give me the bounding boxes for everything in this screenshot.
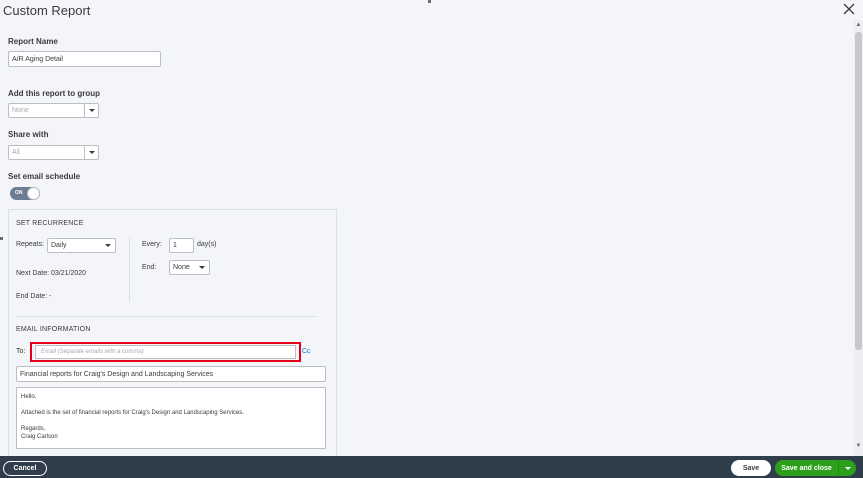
chevron-down-icon: [84, 146, 98, 159]
to-label: To:: [16, 348, 26, 355]
scroll-down-arrow-icon[interactable]: ▼: [855, 442, 862, 450]
message-textarea[interactable]: Hello, Attached is the set of financial …: [16, 387, 326, 449]
scrollbar-thumb[interactable]: [855, 32, 862, 350]
scroll-up-arrow-icon[interactable]: ▲: [855, 21, 862, 29]
message-signature: Craig Carlson: [21, 434, 58, 440]
toggle-on-text: ON: [15, 190, 23, 196]
message-line: Attached is the set of financial reports…: [21, 410, 244, 416]
every-value: 1: [173, 242, 177, 249]
report-name-label: Report Name: [8, 37, 58, 46]
window-title: Custom Report: [3, 3, 91, 18]
chevron-down-icon: [105, 239, 111, 252]
save-options-dropdown[interactable]: [838, 460, 856, 476]
repeats-select[interactable]: Daily: [47, 238, 116, 253]
end-label: End:: [142, 264, 157, 271]
email-schedule-label: Set email schedule: [8, 172, 81, 181]
repeats-value: Daily: [51, 242, 67, 249]
report-name-value: A/R Aging Detail: [12, 55, 63, 63]
highlight-box: [30, 342, 301, 362]
group-label: Add this report to group: [8, 89, 100, 98]
group-select[interactable]: None: [8, 103, 99, 118]
cc-link[interactable]: Cc: [302, 348, 311, 355]
chevron-down-icon: [844, 466, 851, 470]
close-icon[interactable]: [843, 3, 855, 15]
subject-value: Financial reports for Craig's Design and…: [20, 370, 214, 378]
end-select[interactable]: None: [169, 260, 210, 275]
email-schedule-toggle[interactable]: ON: [10, 187, 40, 200]
every-input[interactable]: 1: [169, 238, 194, 253]
recurrence-heading: SET RECURRENCE: [16, 220, 84, 227]
toggle-knob: [27, 187, 40, 200]
group-select-value: None: [12, 107, 29, 114]
chevron-down-icon: [199, 261, 205, 274]
section-divider: [16, 316, 316, 317]
share-with-value: All: [12, 149, 20, 156]
save-and-close-button[interactable]: Save and close: [775, 460, 838, 476]
save-button[interactable]: Save: [731, 460, 771, 476]
next-date-text: Next Date: 03/21/2020: [16, 270, 87, 277]
share-with-select[interactable]: All: [8, 145, 99, 160]
share-with-label: Share with: [8, 130, 49, 139]
every-label: Every:: [142, 241, 162, 248]
resize-handle-top[interactable]: [428, 0, 431, 3]
email-info-heading: EMAIL INFORMATION: [16, 326, 91, 333]
subject-input[interactable]: Financial reports for Craig's Design and…: [16, 366, 326, 382]
end-date-text: End Date: -: [16, 293, 52, 300]
chevron-down-icon: [84, 104, 98, 117]
every-unit: day(s): [197, 241, 217, 248]
resize-handle-left[interactable]: [0, 237, 3, 240]
recurrence-divider: [129, 238, 130, 302]
repeats-label: Repeats:: [16, 241, 45, 248]
message-greeting: Hello,: [21, 394, 37, 400]
end-value: None: [173, 264, 190, 271]
cancel-button[interactable]: Cancel: [3, 461, 47, 476]
report-name-input[interactable]: A/R Aging Detail: [8, 51, 161, 67]
message-closing: Regards,: [21, 426, 46, 432]
